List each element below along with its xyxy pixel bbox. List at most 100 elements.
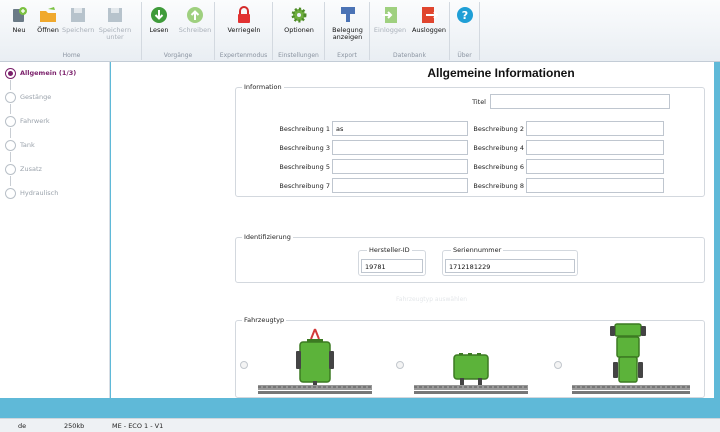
help-icon: ? bbox=[457, 7, 473, 23]
read-label: Lesen bbox=[149, 26, 169, 34]
open-button[interactable]: Öffnen bbox=[34, 6, 62, 34]
vehicle-type-radio-1[interactable] bbox=[240, 361, 248, 369]
seriennummer-box: Seriennummer 1712181229 bbox=[442, 246, 578, 276]
beschreibung-6-input[interactable] bbox=[526, 159, 664, 174]
status-language: de bbox=[18, 422, 27, 430]
sidebar-item-zusatz[interactable]: Zusatz bbox=[5, 162, 42, 176]
lock-button[interactable]: Verriegeln bbox=[219, 6, 269, 34]
step-connector bbox=[10, 176, 11, 186]
step-radio bbox=[5, 187, 16, 199]
mounted-sprayer-icon bbox=[453, 353, 489, 387]
assignment-label: Belegung anzeigen bbox=[332, 26, 363, 41]
logout-label: Ausloggen bbox=[411, 26, 447, 34]
beschreibung-4-input[interactable] bbox=[526, 140, 664, 155]
vehicle-type-radio-2[interactable] bbox=[396, 361, 404, 369]
sprayer-boom-icon bbox=[258, 385, 372, 394]
beschreibung-2-label: Beschreibung 2 bbox=[473, 125, 524, 133]
step-radio bbox=[5, 163, 16, 175]
main-content: Allgemeine Informationen Information Tit… bbox=[111, 62, 714, 398]
group-label-export: Export bbox=[337, 52, 357, 59]
identifizierung-group: Identifizierung Hersteller-ID 19781 Seri… bbox=[235, 233, 705, 283]
save-button[interactable]: Speichern bbox=[62, 6, 94, 34]
titel-input[interactable] bbox=[490, 94, 670, 109]
beschreibung-7-label: Beschreibung 7 bbox=[279, 182, 330, 190]
group-label-datenbank: Datenbank bbox=[393, 52, 426, 59]
open-label: Öffnen bbox=[37, 26, 59, 34]
vehicle-option-1[interactable] bbox=[256, 325, 374, 395]
options-button[interactable]: Optionen bbox=[275, 6, 323, 34]
login-icon bbox=[382, 7, 397, 23]
save-as-button[interactable]: Speichern unter bbox=[98, 6, 132, 41]
sidebar-item-label: Zusatz bbox=[20, 165, 42, 173]
step-radio bbox=[5, 67, 16, 79]
save-label: Speichern bbox=[62, 26, 95, 34]
download-icon bbox=[151, 7, 167, 23]
ribbon-group-expertenmodus: Verriegeln Expertenmodus bbox=[215, 2, 273, 60]
status-version: ME - ECO 1 - V1 bbox=[112, 422, 164, 430]
read-button[interactable]: Lesen bbox=[144, 6, 174, 34]
status-size: 250kb bbox=[64, 422, 85, 430]
ribbon-group-home: Neu Öffnen Speichern Speichern unter Hom… bbox=[2, 2, 142, 60]
identifizierung-legend: Identifizierung bbox=[242, 233, 293, 241]
vehicle-option-3[interactable] bbox=[570, 322, 692, 395]
sidebar-item-tank[interactable]: Tank bbox=[5, 138, 35, 152]
group-label-expertenmodus: Expertenmodus bbox=[219, 52, 268, 59]
fahrzeugtyp-legend: Fahrzeugtyp bbox=[242, 316, 287, 324]
save-icon bbox=[71, 8, 85, 22]
sidebar-item-label: Hydraulisch bbox=[20, 189, 59, 197]
seriennummer-input[interactable]: 1712181229 bbox=[445, 259, 575, 273]
sidebar-item-label: Allgemein (1/3) bbox=[20, 69, 77, 77]
sidebar-item-hydraulisch[interactable]: Hydraulisch bbox=[5, 186, 58, 200]
write-button[interactable]: Schreiben bbox=[178, 6, 212, 34]
new-label: Neu bbox=[12, 26, 26, 34]
options-label: Optionen bbox=[284, 26, 314, 34]
beschreibung-3-label: Beschreibung 3 bbox=[279, 144, 330, 152]
logout-button[interactable]: Ausloggen bbox=[410, 6, 448, 34]
ribbon-group-export: Belegung anzeigen Export bbox=[325, 2, 370, 60]
beschreibung-8-input[interactable] bbox=[526, 178, 664, 193]
assignment-button[interactable]: Belegung anzeigen bbox=[327, 6, 368, 41]
gear-icon bbox=[291, 7, 307, 23]
beschreibung-2-input[interactable] bbox=[526, 121, 664, 136]
svg-text:?: ? bbox=[462, 9, 468, 22]
beschreibung-4-label: Beschreibung 4 bbox=[473, 144, 524, 152]
login-button[interactable]: Einloggen bbox=[372, 6, 408, 34]
sidebar-item-allgemein[interactable]: Allgemein (1/3) bbox=[5, 66, 76, 80]
self-propelled-sprayer-icon bbox=[610, 323, 646, 383]
ribbon-group-datenbank: Einloggen Ausloggen Datenbank bbox=[370, 2, 450, 60]
sprayer-boom-icon bbox=[414, 385, 528, 394]
group-label-vorgaenge: Vorgänge bbox=[163, 52, 193, 59]
beschreibung-3-input[interactable] bbox=[332, 140, 468, 155]
beschreibung-6-label: Beschreibung 6 bbox=[473, 163, 524, 171]
faint-hint-text: Fahrzeugtyp auswählen bbox=[396, 296, 468, 303]
logout-icon bbox=[422, 7, 438, 23]
new-icon bbox=[13, 7, 27, 22]
hersteller-id-input[interactable]: 19781 bbox=[361, 259, 423, 273]
spray-nozzle-icon bbox=[340, 7, 355, 22]
beschreibung-1-input[interactable]: as bbox=[332, 121, 468, 136]
trailed-sprayer-icon bbox=[296, 328, 334, 387]
step-radio bbox=[5, 91, 16, 103]
beschreibung-5-input[interactable] bbox=[332, 159, 468, 174]
sidebar-item-fahrwerk[interactable]: Fahrwerk bbox=[5, 114, 50, 128]
vehicle-option-2[interactable] bbox=[412, 325, 530, 395]
beschreibung-1-label: Beschreibung 1 bbox=[279, 125, 330, 133]
sidebar-item-label: Gestänge bbox=[20, 93, 52, 101]
hersteller-id-label: Hersteller-ID bbox=[367, 246, 412, 254]
new-button[interactable]: Neu bbox=[6, 6, 32, 34]
beschreibung-7-input[interactable] bbox=[332, 178, 468, 193]
fahrzeugtyp-group: Fahrzeugtyp bbox=[235, 316, 705, 398]
lock-label: Verriegeln bbox=[227, 26, 261, 34]
step-radio bbox=[5, 115, 16, 127]
sidebar-item-gestaenge[interactable]: Gestänge bbox=[5, 90, 51, 104]
ribbon-group-vorgaenge: Lesen Schreiben Vorgänge bbox=[142, 2, 215, 60]
folder-icon bbox=[40, 7, 56, 22]
step-radio bbox=[5, 139, 16, 151]
help-button[interactable]: ? bbox=[454, 6, 476, 27]
group-label-ueber: Über bbox=[457, 52, 472, 59]
group-label-home: Home bbox=[62, 52, 81, 59]
page-title: Allgemeine Informationen bbox=[427, 66, 575, 80]
information-legend: Information bbox=[242, 83, 284, 91]
vehicle-type-radio-3[interactable] bbox=[554, 361, 562, 369]
sidebar-item-label: Tank bbox=[20, 141, 35, 149]
